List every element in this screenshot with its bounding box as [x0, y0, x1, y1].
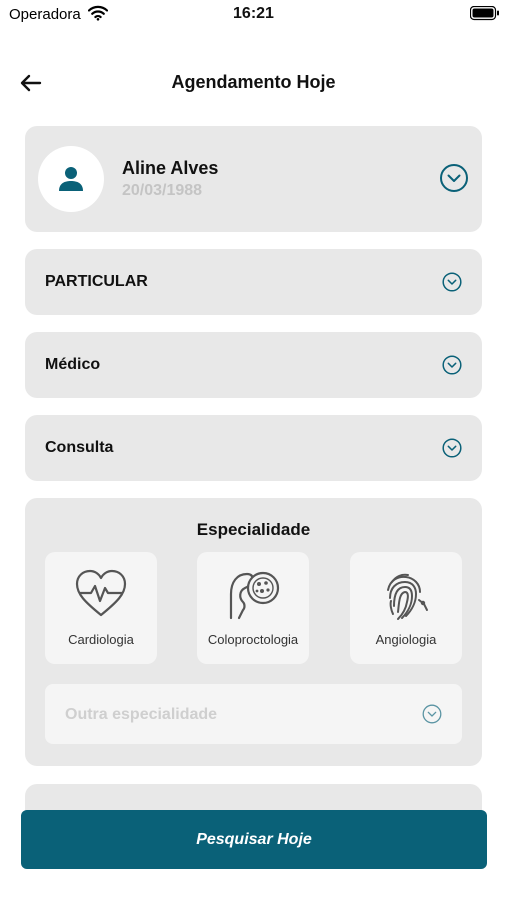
profissional-select-value: Médico	[45, 356, 101, 373]
tipo-select[interactable]: Consulta	[25, 415, 482, 481]
patient-selector[interactable]: Aline Alves 20/03/1988	[25, 126, 482, 232]
tile-label: Cardiologia	[68, 632, 134, 647]
especialidade-tile-cardiologia[interactable]: Cardiologia	[45, 552, 157, 664]
patient-name: Aline Alves	[122, 158, 219, 178]
outra-especialidade-select[interactable]: Outra especialidade	[45, 684, 462, 744]
chevron-down-icon	[442, 355, 462, 375]
avatar	[38, 146, 104, 212]
colon-cells-icon	[229, 571, 280, 620]
tile-label: Angiologia	[375, 632, 437, 647]
page-title: Agendamento Hoje	[171, 72, 336, 92]
patient-dob: 20/03/1988	[122, 182, 203, 199]
tile-label: Coloproctologia	[207, 632, 299, 647]
chevron-down-icon	[442, 272, 462, 292]
tipo-select-value: Consulta	[45, 439, 114, 456]
fingerprint-icon	[387, 573, 428, 620]
especialidade-tile-angiologia[interactable]: Angiologia	[350, 552, 462, 664]
chevron-down-icon	[442, 438, 462, 458]
profissional-select[interactable]: Médico	[25, 332, 482, 398]
chevron-down-icon	[422, 704, 442, 724]
header: Agendamento Hoje	[0, 62, 507, 102]
especialidade-section: Especialidade Cardiologia Coloproctologi…	[25, 498, 482, 766]
outra-especialidade-placeholder: Outra especialidade	[65, 706, 218, 723]
heart-pulse-icon	[75, 569, 127, 617]
search-button[interactable]: Pesquisar Hoje	[21, 810, 487, 869]
especialidade-title: Especialidade	[196, 520, 311, 539]
status-time: 16:21	[233, 5, 274, 22]
plano-select-value: PARTICULAR	[45, 273, 148, 290]
status-bar: Operadora 16:21	[0, 0, 507, 30]
battery-icon	[469, 5, 500, 26]
plano-select[interactable]: PARTICULAR	[25, 249, 482, 315]
especialidade-tile-coloproctologia[interactable]: Coloproctologia	[197, 552, 309, 664]
chevron-down-icon[interactable]	[439, 163, 469, 193]
user-icon	[59, 167, 83, 191]
